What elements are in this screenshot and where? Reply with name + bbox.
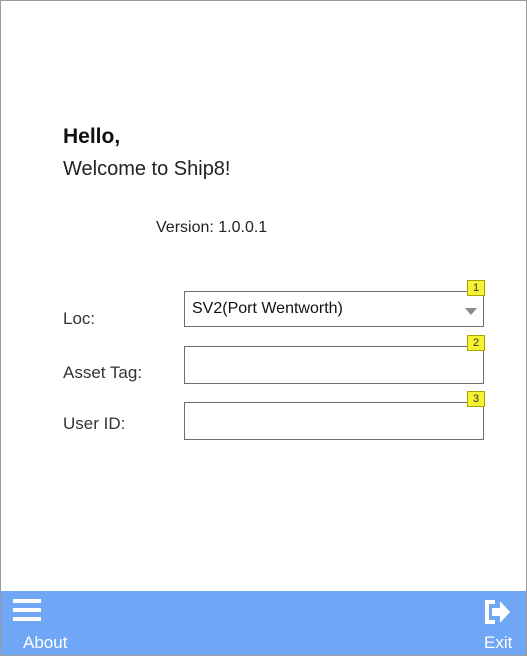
loc-label: Loc: bbox=[63, 309, 96, 328]
app-window: Hello, Welcome to Ship8! Version: 1.0.0.… bbox=[0, 0, 527, 656]
exit-label: Exit bbox=[484, 633, 513, 652]
field-number-badge: 2 bbox=[467, 335, 485, 351]
chevron-down-icon bbox=[465, 308, 477, 315]
bottom-toolbar: About Exit bbox=[1, 591, 526, 655]
exit-icon bbox=[485, 600, 510, 624]
exit-button[interactable]: Exit bbox=[466, 591, 526, 655]
welcome-text: Welcome to Ship8! bbox=[63, 158, 231, 180]
version-text: Version: 1.0.0.1 bbox=[156, 219, 268, 236]
user-id-field[interactable]: 3 bbox=[184, 391, 485, 440]
loc-select[interactable]: SV2(Port Wentworth) 1 bbox=[184, 280, 485, 327]
field-number-badge: 1 bbox=[467, 280, 485, 296]
loc-select-value: SV2(Port Wentworth) bbox=[192, 300, 343, 317]
asset-tag-label: Asset Tag: bbox=[63, 363, 143, 382]
about-button[interactable]: About bbox=[1, 591, 67, 655]
field-number-badge: 3 bbox=[467, 391, 485, 407]
about-label: About bbox=[23, 633, 68, 652]
asset-tag-field[interactable]: 2 bbox=[184, 335, 485, 384]
greeting-title: Hello, bbox=[63, 125, 121, 148]
asset-tag-input[interactable] bbox=[185, 347, 483, 383]
user-id-label: User ID: bbox=[63, 414, 126, 433]
user-id-input[interactable] bbox=[185, 403, 483, 439]
menu-icon bbox=[13, 599, 41, 621]
